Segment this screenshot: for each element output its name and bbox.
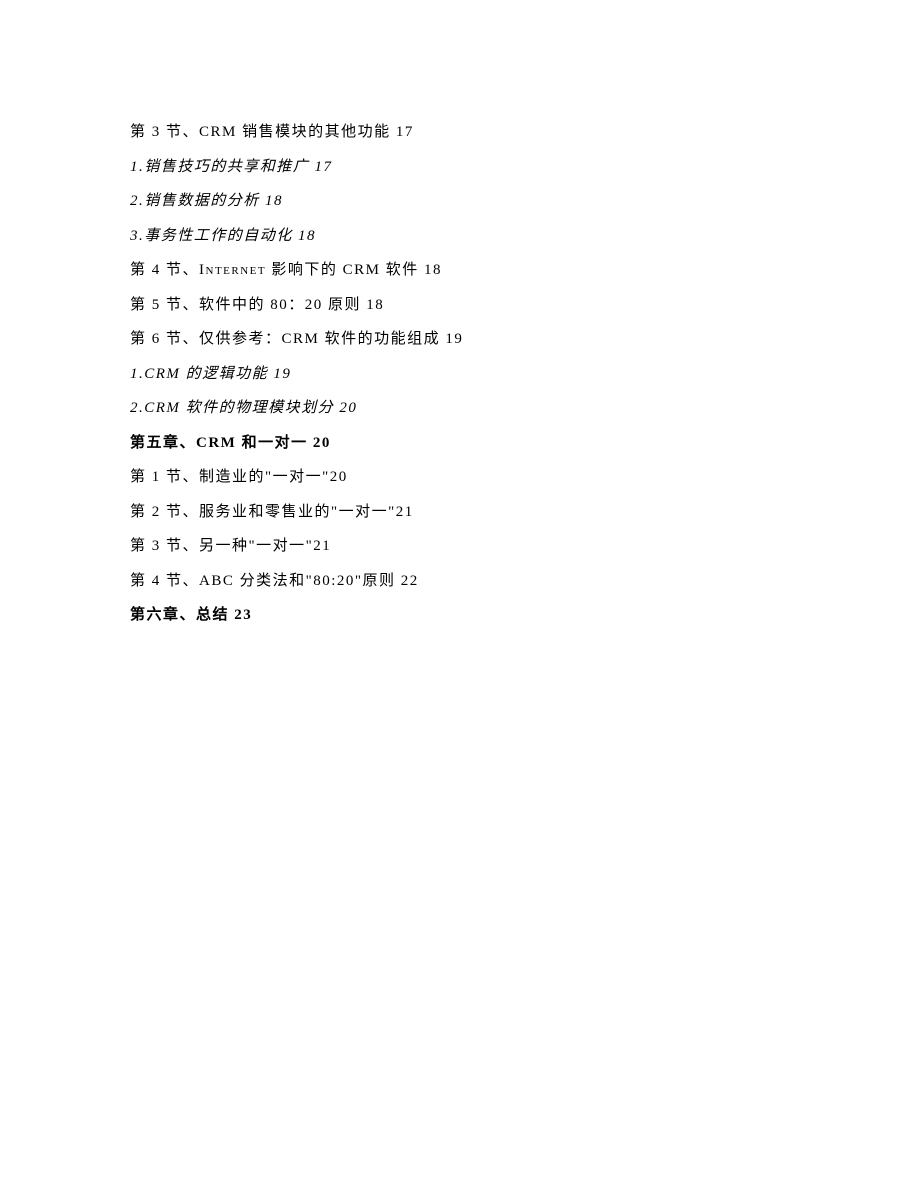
toc-entry: 第 5 节、软件中的 80：20 原则 18 xyxy=(130,288,790,323)
toc-entry-suffix: 影响下的 CRM 软件 18 xyxy=(266,262,442,278)
toc-entry: 第 4 节、ABC 分类法和"80:20"原则 22 xyxy=(130,564,790,599)
toc-entry: 第 2 节、服务业和零售业的"一对一"21 xyxy=(130,495,790,530)
toc-chapter-heading: 第五章、CRM 和一对一 20 xyxy=(130,426,790,461)
toc-entry: 第 4 节、Internet 影响下的 CRM 软件 18 xyxy=(130,253,790,288)
toc-entry: 第 3 节、CRM 销售模块的其他功能 17 xyxy=(130,115,790,150)
toc-container: 第 3 节、CRM 销售模块的其他功能 17 1.销售技巧的共享和推广 17 2… xyxy=(130,115,790,633)
toc-entry-prefix: 第 4 节、 xyxy=(130,262,199,278)
toc-entry: 3.事务性工作的自动化 18 xyxy=(130,219,790,254)
toc-entry-smallcaps: Internet xyxy=(199,262,266,278)
toc-chapter-heading: 第六章、总结 23 xyxy=(130,598,790,633)
toc-entry: 2.CRM 软件的物理模块划分 20 xyxy=(130,391,790,426)
toc-entry: 第 1 节、制造业的"一对一"20 xyxy=(130,460,790,495)
toc-entry: 第 3 节、另一种"一对一"21 xyxy=(130,529,790,564)
toc-entry: 1.CRM 的逻辑功能 19 xyxy=(130,357,790,392)
toc-entry: 第 6 节、仅供参考：CRM 软件的功能组成 19 xyxy=(130,322,790,357)
toc-entry: 1.销售技巧的共享和推广 17 xyxy=(130,150,790,185)
toc-entry: 2.销售数据的分析 18 xyxy=(130,184,790,219)
